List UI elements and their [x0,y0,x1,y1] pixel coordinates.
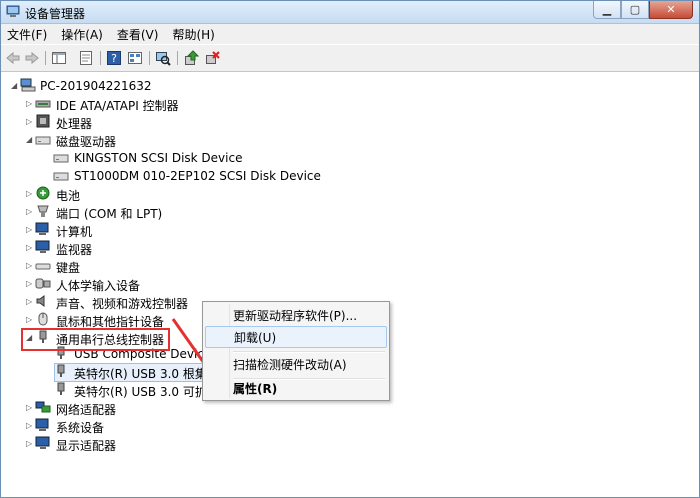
maximize-button[interactable]: ▢ [621,1,649,19]
expand-arrow-icon[interactable]: ▷ [26,100,34,108]
expand-arrow-icon[interactable]: ▷ [26,226,34,234]
menu-help[interactable]: 帮助(H) [166,26,222,43]
network-icon [35,401,51,413]
expand-arrow-icon[interactable]: ▷ [26,244,34,252]
tree-item-label: 计算机 [56,225,93,239]
context-menu: 更新驱动程序软件(P)... 卸载(U) 扫描检测硬件改动(A) 属性(R) [202,301,390,401]
expand-arrow-icon[interactable]: ▷ [26,316,34,324]
context-menu-update-driver[interactable]: 更新驱动程序软件(P)... [205,304,387,326]
tree-root-label: PC-201904221632 [40,79,152,93]
maximize-icon: ▢ [629,3,641,16]
collapse-arrow-icon[interactable]: ◢ [26,136,34,144]
annotation-highlight-box [21,328,170,351]
tree-item-label: KINGSTON SCSI Disk Device [74,151,243,165]
keyboard-icon [35,263,51,270]
disk-icon [53,154,69,163]
expand-arrow-icon[interactable]: ▷ [26,190,34,198]
device-tree: ◢ PC-201904221632 ▷ IDE ATA/ATAPI 控制器 ▷ … [1,73,699,497]
context-menu-properties[interactable]: 属性(R) [205,377,387,399]
tree-item-label: 系统设备 [56,421,105,435]
toolbar: ? [1,45,699,72]
tree-item-label: 人体学输入设备 [56,279,141,293]
scan-hardware-icon[interactable] [155,50,171,66]
tree-item-label: 处理器 [56,117,93,131]
minimize-button[interactable]: ▁ [593,1,621,19]
back-icon[interactable] [5,50,21,66]
title-bar: 设备管理器 ▁ ▢ ✕ [1,1,699,24]
menu-file[interactable]: 文件(F) [1,26,55,43]
computer-icon [20,78,36,92]
show-hide-console-tree-icon[interactable] [51,50,67,66]
computer-icon [35,222,49,235]
update-driver-icon[interactable] [183,50,199,66]
minimize-icon: ▁ [602,3,612,16]
tree-item-label: 显示适配器 [56,439,117,453]
usb-icon [57,364,65,377]
tree-item-label: 电池 [56,189,81,203]
tree-item-label: IDE ATA/ATAPI 控制器 [56,99,179,113]
device-manager-window: 设备管理器 ▁ ▢ ✕ 文件(F) 操作(A) 查看(V) 帮助(H) ? ◢ … [0,0,700,498]
tree-item-label: ST1000DM 010-2EP102 SCSI Disk Device [74,169,321,183]
monitor-icon [35,240,50,253]
expand-arrow-icon[interactable]: ▷ [26,208,34,216]
port-icon [37,205,49,217]
context-menu-uninstall[interactable]: 卸载(U) [205,326,387,348]
battery-icon [36,186,50,200]
disk-drive-icon [35,136,51,145]
help-icon[interactable]: ? [106,50,122,66]
close-icon: ✕ [666,3,676,16]
tree-item-label: 声音、视频和游戏控制器 [56,297,189,311]
expand-arrow-icon[interactable]: ▷ [26,262,34,270]
expand-arrow-icon[interactable]: ▷ [26,298,34,306]
display-icon [35,436,50,449]
forward-icon[interactable] [24,50,40,66]
expand-arrow-icon[interactable]: ▷ [26,440,34,448]
tree-item-label: 监视器 [56,243,93,257]
view-icon[interactable] [127,50,143,66]
window-title: 设备管理器 [25,7,86,21]
hid-icon [35,278,51,289]
close-button[interactable]: ✕ [649,1,693,19]
properties-icon[interactable] [78,50,94,66]
menu-action[interactable]: 操作(A) [55,26,111,43]
device-manager-app-icon [6,5,20,17]
menu-bar: 文件(F) 操作(A) 查看(V) 帮助(H) [1,24,699,44]
system-icon [35,418,49,431]
processor-icon [36,114,50,128]
ide-controller-icon [35,100,51,108]
context-menu-scan-hardware[interactable]: 扫描检测硬件改动(A) [205,353,387,375]
tree-item-label: 键盘 [56,261,81,275]
expand-arrow-icon[interactable]: ▷ [26,422,34,430]
svg-text:?: ? [111,52,117,65]
tree-item-label: 网络适配器 [56,403,117,417]
sound-icon [36,295,45,307]
usb-icon [57,382,65,395]
expand-arrow-icon[interactable]: ▷ [26,404,34,412]
menu-view[interactable]: 查看(V) [111,26,167,43]
disk-icon [53,172,69,181]
expand-arrow-icon[interactable]: ▷ [26,280,34,288]
mouse-icon [38,312,48,326]
collapse-arrow-icon[interactable]: ◢ [11,82,19,90]
tree-item-label: 磁盘驱动器 [56,135,117,149]
uninstall-icon[interactable] [204,50,220,66]
tree-item-label: 端口 (COM 和 LPT) [56,207,163,221]
expand-arrow-icon[interactable]: ▷ [26,118,34,126]
